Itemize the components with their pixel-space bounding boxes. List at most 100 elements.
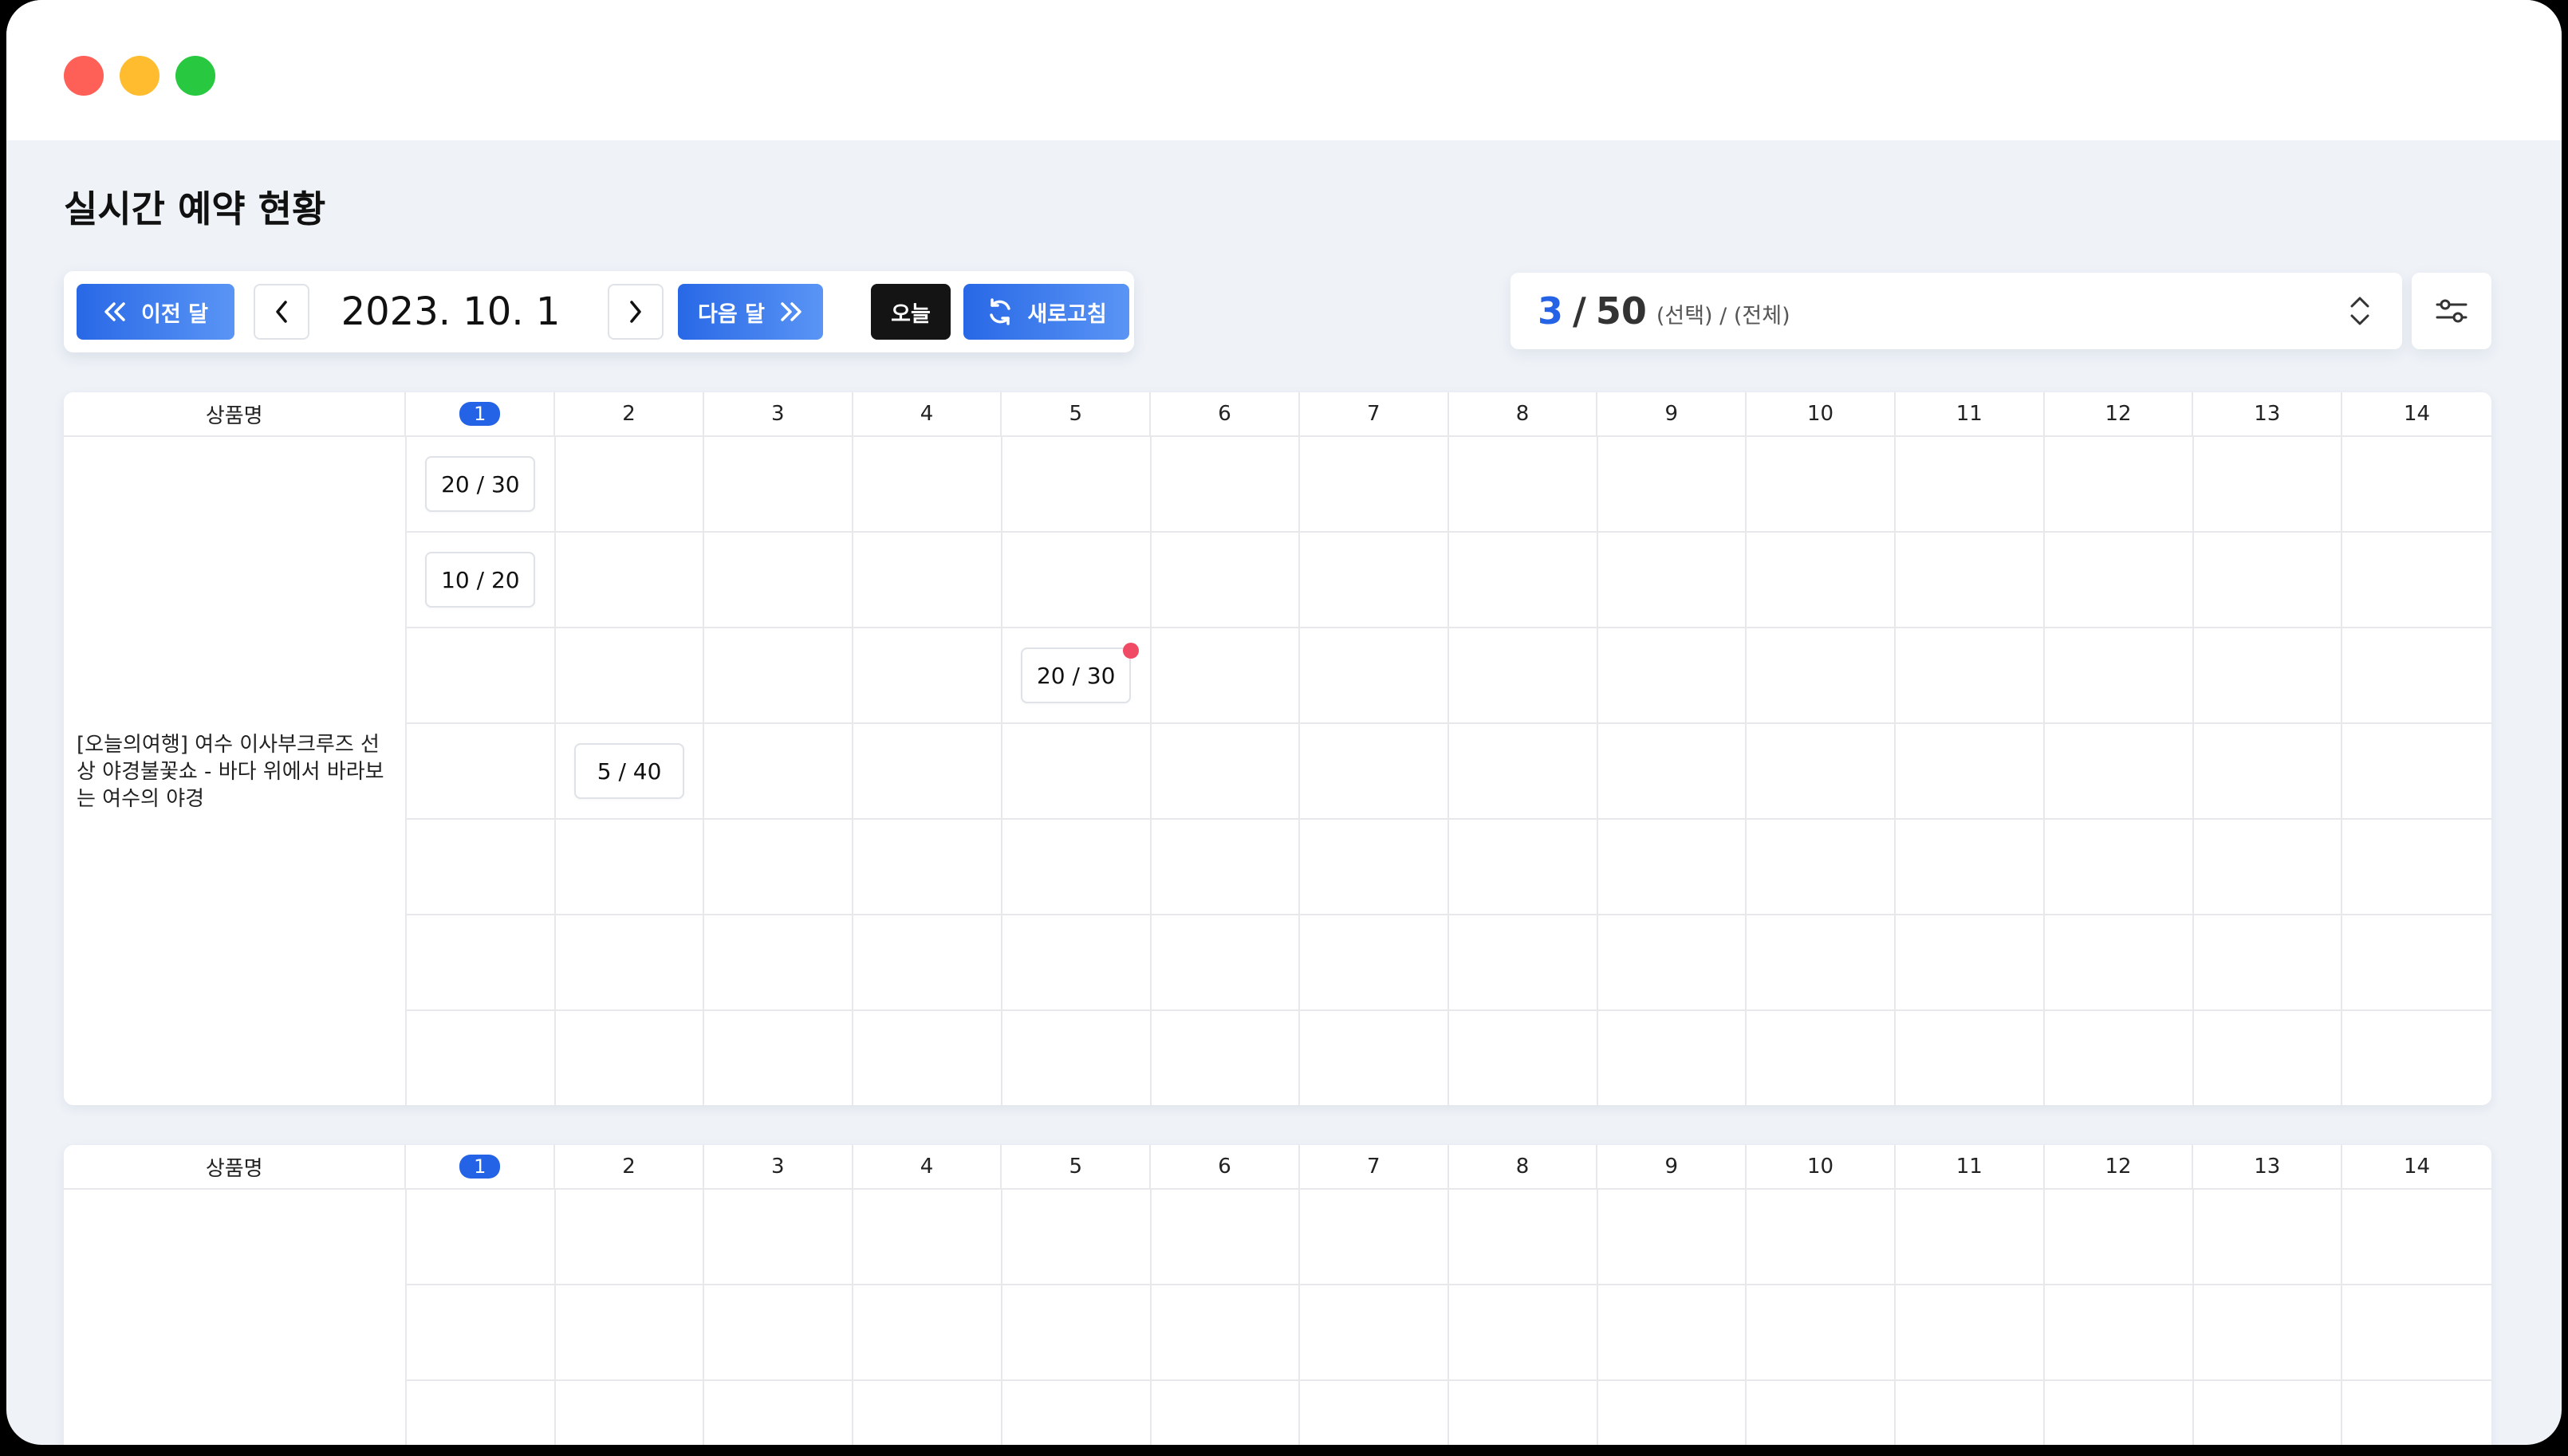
day-cell[interactable] (853, 437, 1002, 531)
day-cell[interactable] (407, 1011, 556, 1105)
day-cell[interactable] (704, 820, 854, 914)
day-header[interactable]: 11 (1896, 392, 2045, 435)
day-cell[interactable] (1747, 724, 1896, 818)
day-cell[interactable] (1152, 1190, 1301, 1284)
day-cell[interactable] (853, 820, 1002, 914)
day-cell[interactable] (1896, 1011, 2045, 1105)
day-cell[interactable] (1449, 1381, 1598, 1445)
day-cell[interactable] (1449, 724, 1598, 818)
day-cell[interactable] (1747, 437, 1896, 531)
day-cell[interactable] (1300, 1011, 1450, 1105)
day-cell[interactable] (2194, 437, 2343, 531)
day-cell[interactable] (704, 1285, 854, 1379)
day-cell[interactable] (407, 1381, 556, 1445)
day-header[interactable]: 8 (1449, 392, 1598, 435)
day-cell[interactable] (2194, 1190, 2343, 1284)
day-cell[interactable] (1747, 1381, 1896, 1445)
day-cell[interactable] (1300, 1381, 1450, 1445)
day-cell[interactable] (1896, 1190, 2045, 1284)
day-cell[interactable] (1152, 915, 1301, 1009)
day-cell[interactable] (1300, 533, 1450, 627)
day-header[interactable]: 2 (555, 392, 704, 435)
day-cell[interactable] (1896, 1285, 2045, 1379)
day-cell[interactable] (1598, 724, 1747, 818)
day-cell[interactable] (853, 628, 1002, 722)
next-month-button[interactable]: 다음 달 (678, 284, 823, 340)
day-cell[interactable] (556, 915, 705, 1009)
prev-month-button[interactable]: 이전 달 (77, 284, 234, 340)
day-header[interactable]: 12 (2045, 1145, 2194, 1188)
day-cell[interactable] (2045, 628, 2194, 722)
day-cell[interactable]: 20 / 30 (407, 437, 556, 531)
day-cell[interactable] (1747, 820, 1896, 914)
day-cell[interactable] (2045, 1381, 2194, 1445)
day-cell[interactable] (1152, 533, 1301, 627)
day-cell[interactable] (1152, 1011, 1301, 1105)
day-cell[interactable] (1002, 724, 1152, 818)
day-cell[interactable] (1747, 1011, 1896, 1105)
day-header[interactable]: 9 (1597, 392, 1747, 435)
day-cell[interactable] (1300, 628, 1450, 722)
next-day-button[interactable] (608, 284, 664, 340)
day-header[interactable]: 4 (853, 392, 1002, 435)
refresh-button[interactable]: 새로고침 (963, 284, 1129, 340)
day-cell[interactable] (556, 628, 705, 722)
availability-badge[interactable]: 10 / 20 (425, 552, 536, 608)
day-cell[interactable] (2342, 1381, 2491, 1445)
day-cell[interactable] (556, 1011, 705, 1105)
product-selector[interactable]: 3 / 50 (선택) / (전체) (1510, 273, 2402, 349)
day-cell[interactable] (853, 1285, 1002, 1379)
day-cell[interactable] (2194, 533, 2343, 627)
day-cell[interactable] (1300, 1190, 1450, 1284)
day-header[interactable]: 6 (1151, 392, 1300, 435)
day-cell[interactable] (1747, 533, 1896, 627)
day-cell[interactable] (2194, 628, 2343, 722)
day-header[interactable]: 14 (2342, 1145, 2491, 1188)
day-header[interactable]: 4 (853, 1145, 1002, 1188)
day-cell[interactable] (1598, 1190, 1747, 1284)
day-cell[interactable] (2342, 1285, 2491, 1379)
filter-settings-button[interactable] (2412, 273, 2491, 349)
day-cell[interactable] (1896, 820, 2045, 914)
day-cell[interactable] (853, 1190, 1002, 1284)
day-cell[interactable] (1896, 533, 2045, 627)
day-cell[interactable] (2045, 533, 2194, 627)
availability-badge[interactable]: 20 / 30 (1021, 647, 1132, 703)
day-cell[interactable] (853, 724, 1002, 818)
day-cell[interactable] (1747, 915, 1896, 1009)
day-header[interactable]: 10 (1747, 1145, 1896, 1188)
day-cell[interactable] (556, 437, 705, 531)
day-cell[interactable] (2045, 724, 2194, 818)
day-cell[interactable] (704, 628, 854, 722)
day-cell[interactable] (1449, 1011, 1598, 1105)
day-cell[interactable] (704, 533, 854, 627)
day-cell[interactable] (1300, 437, 1450, 531)
day-cell[interactable] (407, 628, 556, 722)
day-cell[interactable] (704, 1011, 854, 1105)
day-cell[interactable]: 10 / 20 (407, 533, 556, 627)
day-cell[interactable] (704, 915, 854, 1009)
day-cell[interactable] (556, 1381, 705, 1445)
today-button[interactable]: 오늘 (871, 284, 951, 340)
day-header[interactable]: 9 (1597, 1145, 1747, 1188)
day-cell[interactable] (2194, 1285, 2343, 1379)
day-cell[interactable] (1152, 1381, 1301, 1445)
day-cell[interactable] (1598, 533, 1747, 627)
close-window-button[interactable] (64, 56, 104, 96)
day-cell[interactable] (1747, 628, 1896, 722)
day-cell[interactable] (1002, 915, 1152, 1009)
day-cell[interactable] (2194, 915, 2343, 1009)
day-header[interactable]: 2 (555, 1145, 704, 1188)
day-cell[interactable] (2342, 628, 2491, 722)
day-cell[interactable] (2194, 1011, 2343, 1105)
day-cell[interactable] (1598, 1285, 1747, 1379)
day-cell[interactable] (1002, 1011, 1152, 1105)
day-cell[interactable] (1598, 915, 1747, 1009)
day-cell[interactable] (704, 724, 854, 818)
day-cell[interactable] (1152, 724, 1301, 818)
day-cell[interactable] (407, 1285, 556, 1379)
prev-day-button[interactable] (254, 284, 309, 340)
minimize-window-button[interactable] (120, 56, 160, 96)
day-header[interactable]: 7 (1300, 1145, 1449, 1188)
day-cell[interactable] (1598, 820, 1747, 914)
